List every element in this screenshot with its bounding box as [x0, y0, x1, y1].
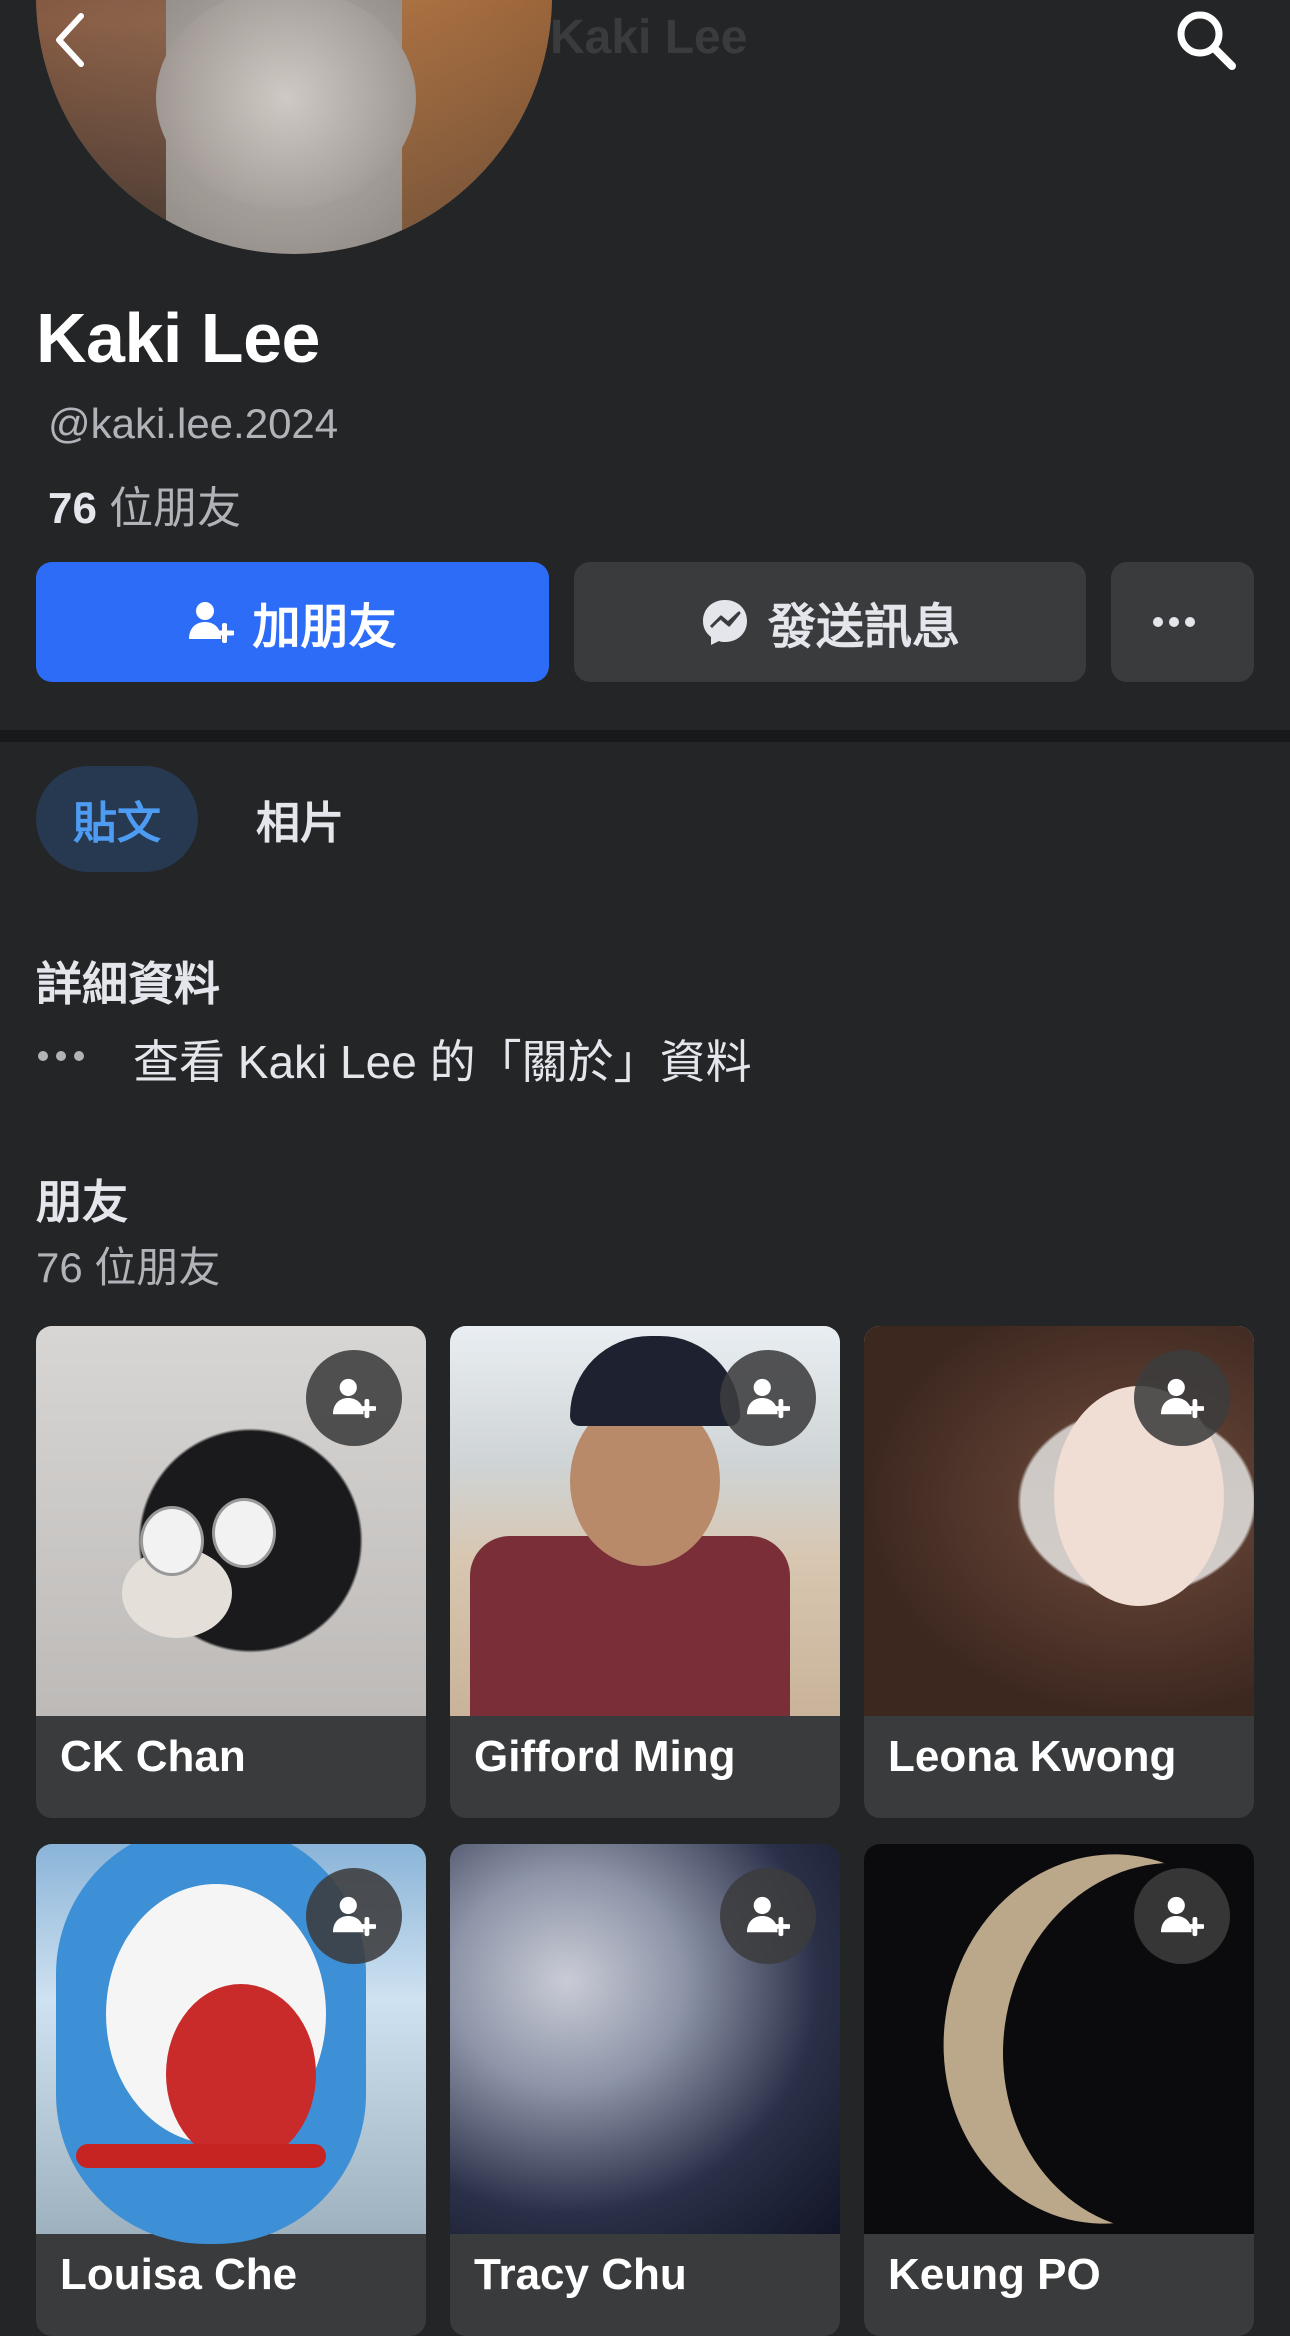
add-friend-icon: [332, 1378, 376, 1419]
send-message-button[interactable]: 發送訊息: [574, 562, 1086, 682]
friend-name: Gifford Ming: [474, 1732, 736, 1781]
about-info-link[interactable]: 查看 Kaki Lee 的「關於」資料: [133, 1026, 752, 1092]
friend-name: Tracy Chu: [474, 2250, 687, 2299]
add-friend-icon: [746, 1896, 790, 1937]
friend-card[interactable]: Leona Kwong: [864, 1326, 1254, 1818]
friend-card[interactable]: CK Chan: [36, 1326, 426, 1818]
add-friend-button[interactable]: 加朋友: [36, 562, 549, 682]
add-friend-button[interactable]: [1134, 1350, 1230, 1446]
friend-name: Keung PO: [888, 2250, 1101, 2299]
messenger-icon: [702, 600, 747, 645]
chevron-left-icon: [56, 13, 84, 67]
profile-avatar[interactable]: [36, 0, 552, 254]
friend-name: CK Chan: [60, 1732, 246, 1781]
search-button[interactable]: [1170, 4, 1242, 76]
tab-posts[interactable]: 貼文: [36, 766, 198, 872]
friend-card[interactable]: Tracy Chu: [450, 1844, 840, 2336]
friends-count: 76 位朋友: [36, 1244, 221, 1291]
friend-card[interactable]: Keung PO: [864, 1844, 1254, 2336]
add-friend-button[interactable]: [306, 1868, 402, 1964]
add-friend-icon: [189, 602, 235, 643]
add-friend-icon: [332, 1896, 376, 1937]
friend-name: Leona Kwong: [888, 1732, 1177, 1781]
friends-count-number: 76: [48, 484, 97, 533]
search-icon: [1177, 11, 1236, 70]
profile-username: @kaki.lee.2024: [48, 400, 339, 447]
profile-name: Kaki Lee: [36, 299, 320, 377]
add-friend-icon: [1160, 1378, 1204, 1419]
add-friend-button[interactable]: [1134, 1868, 1230, 1964]
friends-heading: 朋友: [36, 1176, 128, 1228]
tab-photos[interactable]: 相片: [230, 766, 370, 872]
friends-count-suffix: 位朋友: [96, 484, 242, 533]
add-friend-button[interactable]: [306, 1350, 402, 1446]
profile-friends-count[interactable]: 76 位朋友: [48, 472, 241, 536]
add-friend-label: 加朋友: [252, 601, 397, 654]
topbar-title: Kaki Lee: [550, 11, 748, 64]
friend-name: Louisa Che: [60, 2250, 298, 2299]
add-friend-button[interactable]: [720, 1350, 816, 1446]
more-dots-icon: [1152, 617, 1195, 627]
friend-card[interactable]: Louisa Che: [36, 1844, 426, 2336]
add-friend-icon: [746, 1378, 790, 1419]
add-friend-icon: [1160, 1896, 1204, 1937]
back-button[interactable]: [36, 0, 106, 80]
details-heading: 詳細資料: [36, 958, 220, 1010]
section-divider: [0, 730, 1290, 742]
more-options-button[interactable]: [1111, 562, 1254, 682]
more-dots-icon: [36, 1030, 106, 1082]
friend-card[interactable]: Gifford Ming: [450, 1326, 840, 1818]
send-message-label: 發送訊息: [767, 601, 960, 654]
add-friend-button[interactable]: [720, 1868, 816, 1964]
